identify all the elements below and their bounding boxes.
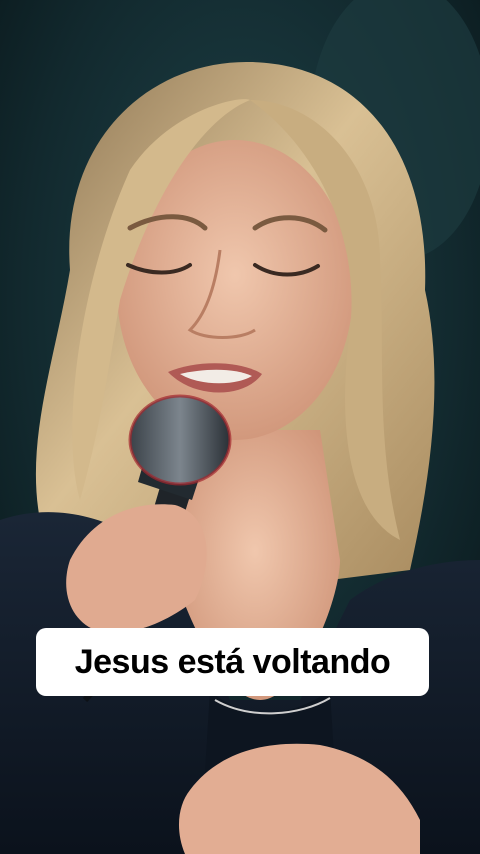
video-frame [0, 0, 480, 854]
singer-photo [0, 0, 480, 854]
caption-box: Jesus está voltando [36, 628, 429, 696]
caption-text: Jesus está voltando [74, 642, 391, 681]
